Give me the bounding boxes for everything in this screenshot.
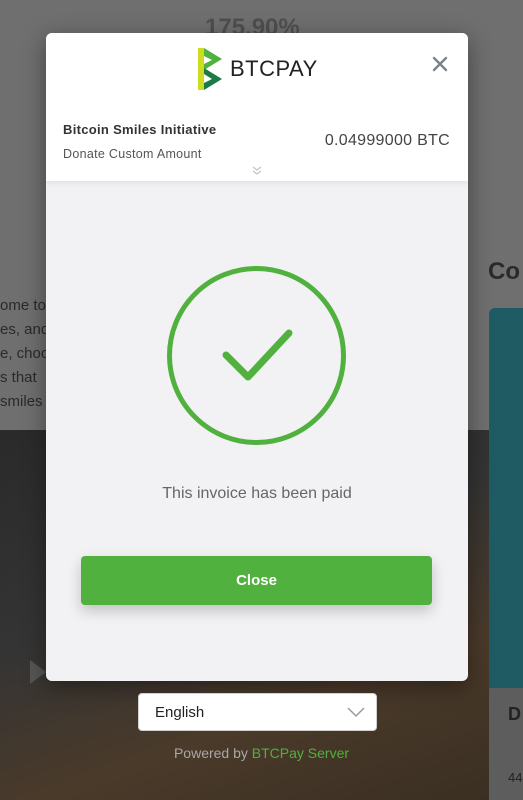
play-icon xyxy=(30,660,46,684)
logo-text: BTCPAY xyxy=(230,56,318,81)
close-icon[interactable] xyxy=(430,55,450,75)
background-right-heading: Co xyxy=(488,258,520,285)
checkmark-circle-icon xyxy=(166,265,347,446)
chevron-double-down-icon[interactable] xyxy=(250,164,264,178)
language-select-value: English xyxy=(155,704,205,721)
invoice-amount: 0.04999000 BTC xyxy=(324,132,450,149)
item-description: Donate Custom Amount xyxy=(63,147,202,161)
powered-by-prefix: Powered by xyxy=(173,745,252,761)
btcpay-logo-icon xyxy=(198,48,222,90)
store-name: Bitcoin Smiles Initiative xyxy=(63,122,217,137)
modal-header: BTCPAY Bitcoin Smiles Initiative Donate … xyxy=(46,33,468,181)
close-button[interactable]: Close xyxy=(81,556,432,605)
status-message: This invoice has been paid xyxy=(162,485,352,502)
language-select[interactable]: English xyxy=(138,693,377,731)
checkout-modal: BTCPAY Bitcoin Smiles Initiative Donate … xyxy=(46,33,468,681)
btcpay-logo: BTCPAY xyxy=(196,45,318,93)
chevron-down-icon xyxy=(347,707,365,718)
btcpay-server-link[interactable]: BTCPay Server xyxy=(252,745,349,761)
powered-by: Powered by BTCPay Server xyxy=(0,745,523,761)
background-right-card-letter: D xyxy=(508,704,521,724)
background-right-card-number: 44 xyxy=(508,770,523,785)
background-right-card xyxy=(489,308,523,688)
